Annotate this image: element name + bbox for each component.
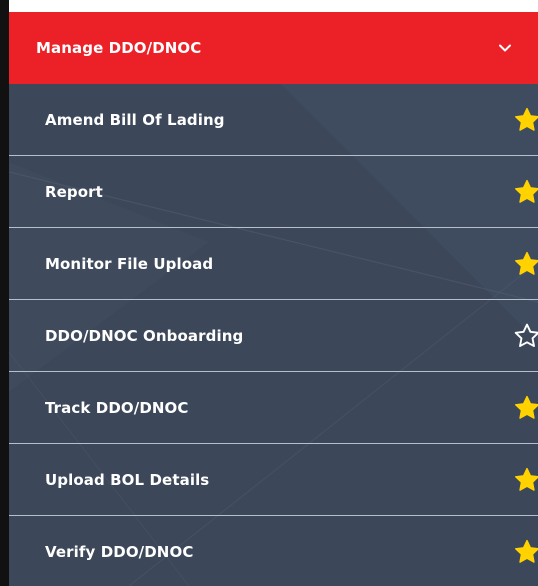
star-filled-icon[interactable] [512, 106, 538, 134]
menu-item-label: Track DDO/DNOC [45, 398, 189, 417]
menu-item-label: Monitor File Upload [45, 254, 214, 273]
chevron-down-icon[interactable] [498, 41, 512, 55]
menu-item-label: DDO/DNOC Onboarding [45, 326, 244, 345]
menu-header-manage-ddo-dnoc[interactable]: Manage DDO/DNOC [9, 12, 538, 84]
page: Manage DDO/DNOC Amend Bill Of Lading Rep… [0, 0, 538, 586]
menu-item-label: Report [45, 182, 103, 201]
menu-item-monitor-file-upload[interactable]: Monitor File Upload [9, 228, 538, 300]
star-filled-icon[interactable] [512, 466, 538, 494]
menu-item-label: Verify DDO/DNOC [45, 543, 194, 561]
menu-item-label: Amend Bill Of Lading [45, 110, 225, 129]
menu-item-report[interactable]: Report [9, 156, 538, 228]
star-filled-icon[interactable] [512, 178, 538, 206]
menu-item-upload-bol-details[interactable]: Upload BOL Details [9, 444, 538, 516]
menu-item-label: Upload BOL Details [45, 470, 210, 489]
menu-item-verify-ddo-dnoc[interactable]: Verify DDO/DNOC [9, 516, 538, 586]
side-menu: Manage DDO/DNOC Amend Bill Of Lading Rep… [9, 12, 538, 586]
star-filled-icon[interactable] [512, 538, 538, 566]
menu-item-track-ddo-dnoc[interactable]: Track DDO/DNOC [9, 372, 538, 444]
menu-item-amend-bill-of-lading[interactable]: Amend Bill Of Lading [9, 84, 538, 156]
star-filled-icon[interactable] [512, 394, 538, 422]
menu-items: Amend Bill Of Lading Report Monitor File… [9, 84, 538, 586]
left-edge [0, 0, 9, 586]
menu-header-title: Manage DDO/DNOC [36, 39, 202, 57]
star-filled-icon[interactable] [512, 250, 538, 278]
star-outline-icon[interactable] [512, 322, 538, 350]
menu-item-ddo-dnoc-onboarding[interactable]: DDO/DNOC Onboarding [9, 300, 538, 372]
top-strip [0, 0, 538, 12]
